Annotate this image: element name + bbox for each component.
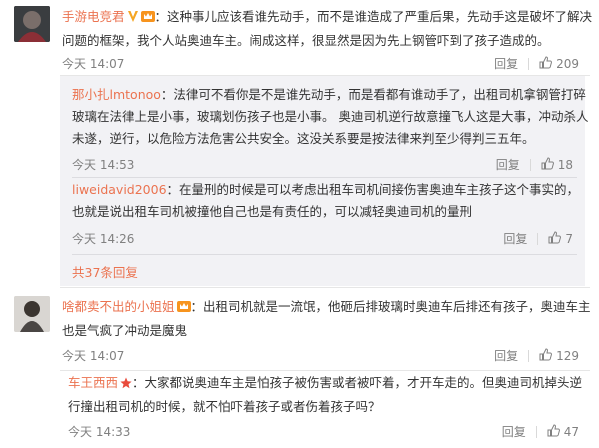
reply-text: 那小扎lmtonoo：法律可不看你是不是谁先动手，而是看都有谁动手了，出租司机拿… <box>72 84 588 150</box>
reply-button[interactable]: 回复 <box>494 347 518 364</box>
like-button[interactable]: 18 <box>541 156 573 173</box>
comment-text: 啥都卖不出的小姐姐 ：出租司机就是一流氓，他砸后排玻璃时奥迪车后排还有孩子，奥迪车… <box>62 296 591 342</box>
thumbs-up-icon <box>539 347 553 364</box>
star-icon <box>120 374 132 396</box>
like-count: 129 <box>556 348 579 363</box>
username[interactable]: 啥都卖不出的小姐姐 <box>62 299 175 314</box>
username[interactable]: 手游电竞君 <box>62 9 125 24</box>
comment-item: 啥都卖不出的小姐姐 ：出租司机就是一流氓，他砸后排玻璃时奥迪车后排还有孩子，奥迪车… <box>0 290 599 365</box>
like-count: 18 <box>557 157 573 172</box>
like-count: 47 <box>563 424 579 439</box>
reply-button[interactable]: 回复 <box>503 230 527 247</box>
thumbs-up-icon <box>539 55 553 72</box>
username[interactable]: liweidavid2006 <box>72 182 167 197</box>
reply-line: 也就是说出租车司机被撞他自己也是有责任的，可以减轻奥迪司机的量刑 <box>72 204 473 219</box>
like-count: 209 <box>556 56 579 71</box>
reply-line: 未遂，逆行，以危险方法危害公共安全。这没关系要是按法律来判至少得判三五年。 <box>72 131 535 146</box>
thumbs-up-icon <box>541 156 554 173</box>
timestamp: 今天 14:07 <box>62 57 125 71</box>
divider <box>72 254 577 255</box>
comment-item: 手游电竞君 ：这种事儿应该看谁先动手，而不是谁造成了严重后果，先动手这是破坏了解决… <box>0 0 599 75</box>
comment-actions: 回复 129 <box>494 347 579 364</box>
divider <box>528 349 530 362</box>
avatar[interactable] <box>14 6 50 42</box>
vip-crown-icon <box>176 298 191 320</box>
comment-text: 手游电竞君 ：这种事儿应该看谁先动手，而不是谁造成了严重后果，先动手这是破坏了解决… <box>62 6 592 52</box>
comment-line: ：出租司机就是一流氓，他砸后排玻璃时奥迪车后排还有孩子，奥迪车主 <box>190 299 591 314</box>
reply-text: liweidavid2006：在量刑的时候是可以考虑出租车司机间接伤害奥迪车主孩… <box>72 179 579 223</box>
timestamp: 今天 14:33 <box>68 425 131 439</box>
reply-line: ：在量刑的时候是可以考虑出租车司机间接伤害奥迪车主孩子这个事实的， <box>166 182 580 197</box>
divider <box>537 232 539 245</box>
reply-list: 那小扎lmtonoo：法律可不看你是不是谁先动手，而是看都有谁动手了，出租司机拿… <box>60 76 588 286</box>
username[interactable]: 车王西西 <box>68 375 118 390</box>
thumbs-up-icon <box>548 230 562 247</box>
timestamp: 今天 14:53 <box>72 158 135 172</box>
divider <box>529 158 531 171</box>
comment-line: ：大家都说奥迪车主是怕孩子被伤害或者被吓着，才开车走的。但奥迪司机掉头逆 <box>132 375 583 390</box>
comment-line: ：这种事儿应该看谁先动手，而不是谁造成了严重后果，先动手这是破坏了解决 <box>154 9 593 24</box>
reply-button[interactable]: 回复 <box>502 423 526 440</box>
vip-crown-icon <box>140 8 155 30</box>
reply-actions: 回复 7 <box>503 230 573 247</box>
divider <box>528 57 530 70</box>
verified-v-icon <box>127 8 139 30</box>
like-button[interactable]: 7 <box>548 230 573 247</box>
comment-line: 也是气疯了冲动是魔鬼 <box>62 323 188 338</box>
comment-actions: 回复 47 <box>502 423 579 440</box>
comment-item: 车王西西 ：大家都说奥迪车主是怕孩子被伤害或者被吓着，才开车走的。但奥迪司机掉头逆… <box>0 372 599 448</box>
avatar[interactable] <box>14 296 50 332</box>
like-button[interactable]: 47 <box>547 423 579 440</box>
comment-text: 车王西西 ：大家都说奥迪车主是怕孩子被伤害或者被吓着，才开车走的。但奥迪司机掉头逆… <box>68 372 582 418</box>
reply-button[interactable]: 回复 <box>496 156 520 173</box>
divider <box>535 425 537 438</box>
comment-line: 问题的框架，我个人站奥迪车主。闹成这样，很显然是因为先上钢管吓到了孩子造成的。 <box>62 33 550 48</box>
like-button[interactable]: 129 <box>539 347 579 364</box>
timestamp: 今天 14:26 <box>72 232 135 246</box>
username[interactable]: 那小扎lmtonoo <box>72 87 161 102</box>
reply-line: ：法律可不看你是不是谁先动手，而是看都有谁动手了，出租司机拿钢管打碎 <box>160 87 586 102</box>
divider <box>60 370 590 371</box>
like-button[interactable]: 209 <box>539 55 579 72</box>
reply-actions: 回复 18 <box>496 156 573 173</box>
comment-actions: 回复 209 <box>494 55 579 72</box>
divider <box>72 177 577 178</box>
reply-button[interactable]: 回复 <box>494 55 518 72</box>
divider <box>60 287 590 288</box>
reply-line: 玻璃在法律上是小事，玻璃划伤孩子也是小事。 奥迪司机逆行故意撞飞人这是大事，冲动… <box>72 109 589 124</box>
comment-line: 行撞出租司机的时候，就不怕吓着孩子或者伤着孩子吗？ <box>68 399 381 414</box>
like-count: 7 <box>565 231 573 246</box>
timestamp: 今天 14:07 <box>62 349 125 363</box>
more-replies-link[interactable]: 共37条回复 <box>72 262 138 281</box>
thumbs-up-icon <box>547 423 560 440</box>
